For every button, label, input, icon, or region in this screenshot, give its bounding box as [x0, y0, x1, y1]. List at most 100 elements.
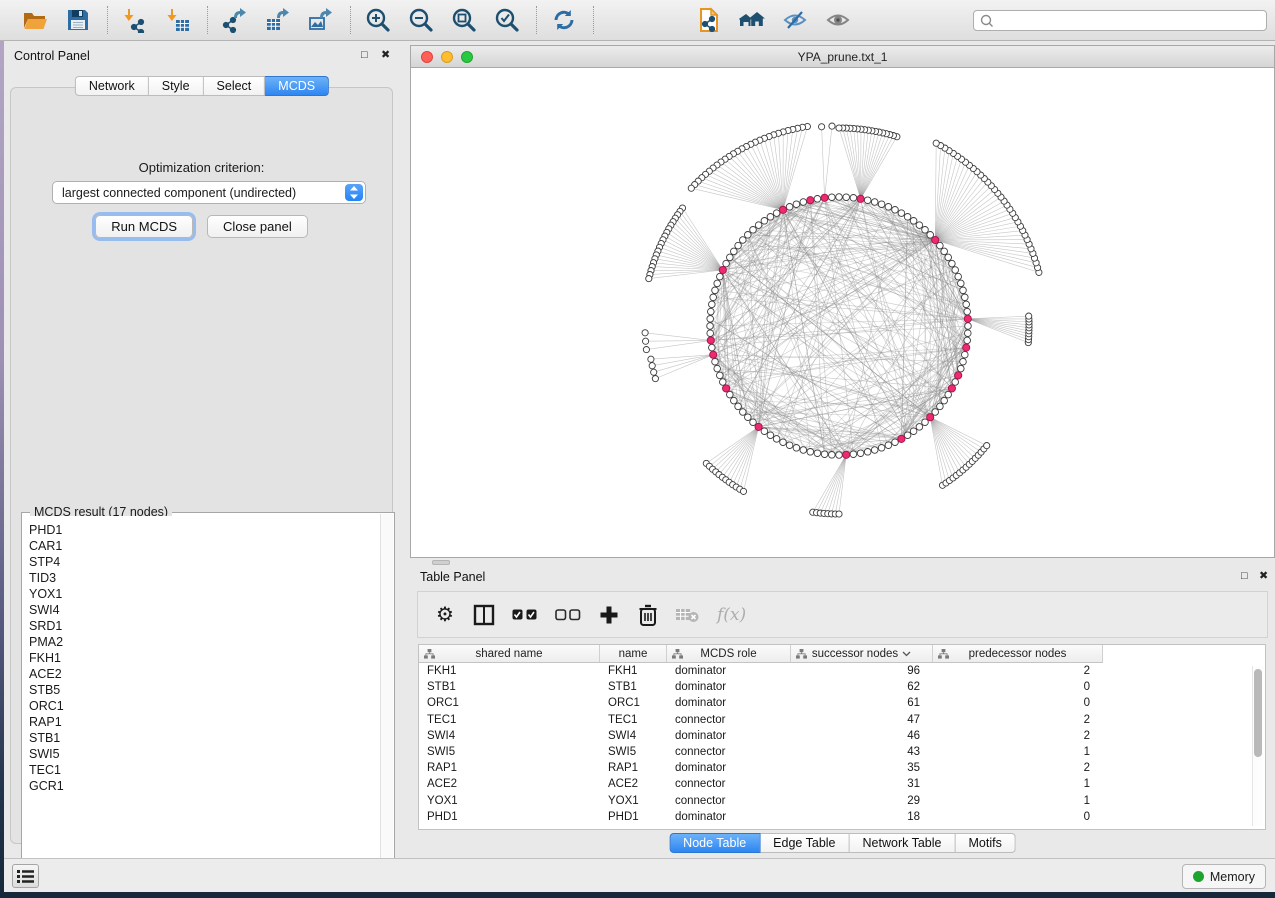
tab-edge-table[interactable]: Edge Table	[760, 833, 849, 853]
network-view-window: YPA_prune.txt_1	[410, 45, 1275, 558]
optimization-criterion-select[interactable]: largest connected component (undirected)	[52, 181, 366, 204]
mcds-result-item[interactable]: SWI5	[29, 746, 380, 762]
plus-icon[interactable]	[598, 602, 620, 628]
mcds-result-scrollbar[interactable]	[380, 514, 393, 882]
table-scrollbar-thumb[interactable]	[1254, 669, 1262, 757]
tab-style[interactable]: Style	[149, 76, 204, 96]
mcds-result-item[interactable]: YOX1	[29, 586, 380, 602]
table-cell: 0	[933, 697, 1103, 709]
zoom-in-button[interactable]	[364, 5, 394, 35]
mcds-result-item[interactable]: RAP1	[29, 714, 380, 730]
hide-selected-button[interactable]	[781, 5, 811, 35]
close-panel-button[interactable]: Close panel	[207, 215, 308, 238]
status-bar: Memory	[4, 858, 1275, 892]
uncheck-boxes-icon[interactable]	[555, 602, 581, 628]
table-toolbar: ⚙ f(x)	[417, 591, 1268, 638]
export-network-button[interactable]	[221, 5, 251, 35]
mcds-result-item[interactable]: STP4	[29, 554, 380, 570]
zoom-out-button[interactable]	[407, 5, 437, 35]
table-cell: ACE2	[419, 778, 600, 790]
list-icon	[16, 868, 35, 884]
fx-icon: f(x)	[717, 602, 746, 628]
show-eye-button[interactable]	[824, 5, 854, 35]
toolbar-group	[8, 5, 107, 35]
columns-icon[interactable]	[473, 602, 495, 628]
gear-icon[interactable]: ⚙	[434, 602, 456, 628]
tab-network-table[interactable]: Network Table	[850, 833, 956, 853]
table-panel-title: Table Panel	[420, 570, 485, 584]
float-panel-icon[interactable]: □	[361, 49, 368, 61]
tab-network[interactable]: Network	[75, 76, 149, 96]
table-row[interactable]: FKH1FKH1dominator962	[419, 663, 1265, 679]
network-canvas[interactable]	[411, 68, 1274, 557]
mcds-result-item[interactable]: PHD1	[29, 522, 380, 538]
table-cell: dominator	[667, 665, 791, 677]
network-overview-button[interactable]	[738, 5, 768, 35]
import-network-button[interactable]	[121, 5, 151, 35]
check-boxes-icon[interactable]	[512, 602, 538, 628]
mcds-result-item[interactable]: TID3	[29, 570, 380, 586]
table-cell: connector	[667, 714, 791, 726]
save-session-button[interactable]	[64, 5, 94, 35]
zoom-fit-button[interactable]	[450, 5, 480, 35]
mcds-result-item[interactable]: ACE2	[29, 666, 380, 682]
search-icon	[979, 13, 995, 29]
sort-chevron-icon	[902, 651, 911, 657]
mcds-result-item[interactable]: STB1	[29, 730, 380, 746]
zoom-selected-button[interactable]	[493, 5, 523, 35]
search-input[interactable]	[995, 13, 1266, 29]
toolbar-group	[682, 5, 867, 35]
column-header-predecessor-nodes[interactable]: predecessor nodes	[933, 645, 1103, 663]
trash-icon[interactable]	[637, 602, 659, 628]
table-tabs: Node TableEdge TableNetwork TableMotifs	[669, 833, 1016, 853]
table-cell: TEC1	[419, 714, 600, 726]
table-row[interactable]: TEC1TEC1connector472	[419, 712, 1265, 728]
task-history-button[interactable]	[12, 864, 39, 888]
column-header-successor-nodes[interactable]: successor nodes	[791, 645, 933, 663]
search-box[interactable]	[973, 10, 1267, 31]
import-table-button[interactable]	[164, 5, 194, 35]
main-toolbar	[0, 0, 1275, 41]
close-panel-icon[interactable]: ✖	[381, 49, 390, 61]
column-header-MCDS-role[interactable]: MCDS role	[667, 645, 791, 663]
table-row[interactable]: SWI5SWI5connector431	[419, 744, 1265, 760]
table-cell: connector	[667, 795, 791, 807]
table-cell: 47	[791, 714, 933, 726]
export-table-button[interactable]	[264, 5, 294, 35]
mcds-result-item[interactable]: ORC1	[29, 698, 380, 714]
mcds-result-item[interactable]: TEC1	[29, 762, 380, 778]
table-row[interactable]: PHD1PHD1dominator180	[419, 809, 1265, 825]
open-session-button[interactable]	[21, 5, 51, 35]
table-row[interactable]: ORC1ORC1dominator610	[419, 695, 1265, 711]
column-header-shared-name[interactable]: shared name	[419, 645, 600, 663]
table-row[interactable]: STB1STB1dominator620	[419, 679, 1265, 695]
mcds-result-item[interactable]: SWI4	[29, 602, 380, 618]
tab-select[interactable]: Select	[204, 76, 266, 96]
table-row[interactable]: SWI4SWI4dominator462	[419, 728, 1265, 744]
table-row[interactable]: RAP1RAP1dominator352	[419, 760, 1265, 776]
network-window-titlebar[interactable]: YPA_prune.txt_1	[411, 46, 1274, 68]
tab-motifs[interactable]: Motifs	[955, 833, 1015, 853]
toolbar-group	[351, 5, 536, 35]
mcds-result-item[interactable]: GCR1	[29, 778, 380, 794]
tab-mcds[interactable]: MCDS	[265, 76, 329, 96]
export-image-button[interactable]	[307, 5, 337, 35]
mcds-result-item[interactable]: STB5	[29, 682, 380, 698]
refresh-button[interactable]	[550, 5, 580, 35]
mcds-result-item[interactable]: FKH1	[29, 650, 380, 666]
table-cell: 96	[791, 665, 933, 677]
table-row[interactable]: ACE2ACE2connector311	[419, 776, 1265, 792]
mcds-result-item[interactable]: CAR1	[29, 538, 380, 554]
table-scrollbar[interactable]	[1252, 666, 1263, 826]
float-table-panel-icon[interactable]: □	[1241, 570, 1248, 582]
close-table-panel-icon[interactable]: ✖	[1259, 570, 1268, 582]
table-cell: STB1	[419, 681, 600, 693]
mcds-result-item[interactable]: PMA2	[29, 634, 380, 650]
column-header-name[interactable]: name	[600, 645, 667, 663]
table-row[interactable]: YOX1YOX1connector291	[419, 793, 1265, 809]
run-mcds-button[interactable]: Run MCDS	[95, 215, 193, 238]
share-document-button[interactable]	[695, 5, 725, 35]
memory-button[interactable]: Memory	[1182, 864, 1266, 889]
mcds-result-item[interactable]: SRD1	[29, 618, 380, 634]
tab-node-table[interactable]: Node Table	[669, 833, 760, 853]
